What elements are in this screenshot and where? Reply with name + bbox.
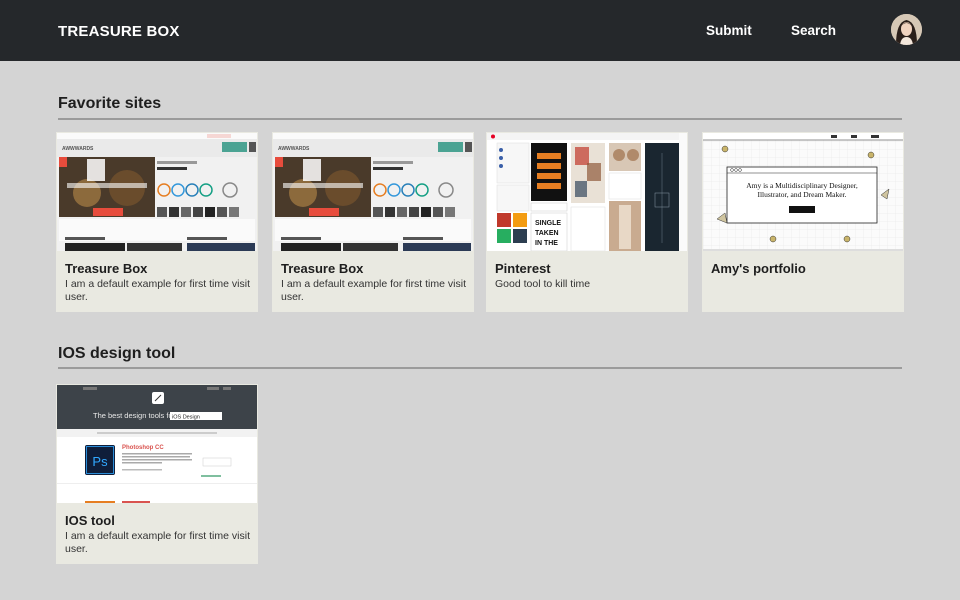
site-card[interactable]: SINGLE TAKEN IN THE Pinterest Good tool …: [486, 132, 688, 312]
portfolio-tagline-1: Amy is a Multidisciplinary Designer,: [746, 181, 858, 190]
card-title: Treasure Box: [65, 261, 148, 276]
top-nav-bar: TREASURE BOX Submit Search: [0, 0, 960, 61]
site-card[interactable]: The best design tools for iOS Design Ps …: [56, 384, 258, 564]
photoshop-icon: Ps: [92, 454, 108, 469]
section-title-ios-design-tool: IOS design tool: [58, 345, 176, 362]
site-thumbnail: SINGLE TAKEN IN THE: [487, 133, 687, 251]
card-description: I am a default example for first time vi…: [65, 278, 250, 303]
site-card[interactable]: AWWWARDS Treasure Box I am a default exa…: [56, 132, 258, 312]
tools-platform-select: iOS Design: [172, 415, 200, 421]
awwwards-logo-text: AWWWARDS: [278, 146, 310, 152]
section-divider: [58, 118, 902, 120]
card-title: Treasure Box: [281, 261, 364, 276]
card-title: IOS tool: [65, 513, 115, 528]
pin-poster-line-3: IN THE: [535, 240, 558, 247]
pin-poster-line-2: TAKEN: [535, 230, 559, 237]
pin-poster-line-1: SINGLE: [535, 220, 561, 227]
portfolio-tagline-2: Illustrator, and Dream Maker.: [757, 190, 846, 199]
card-title: Amy's portfolio: [711, 261, 806, 276]
site-card[interactable]: Amy is a Multidisciplinary Designer, Ill…: [702, 132, 904, 312]
submit-link[interactable]: Submit: [706, 23, 752, 38]
brand-logo[interactable]: TREASURE BOX: [58, 23, 180, 40]
site-thumbnail: The best design tools for iOS Design Ps …: [57, 385, 257, 503]
awwwards-logo-text: AWWWARDS: [62, 146, 94, 152]
site-card[interactable]: AWWWARDS Treasure Box I am a default exa…: [272, 132, 474, 312]
section-divider: [58, 367, 902, 369]
site-thumbnail: AWWWARDS: [273, 133, 473, 251]
site-thumbnail: AWWWARDS: [57, 133, 257, 251]
section-title-favorite-sites: Favorite sites: [58, 95, 162, 112]
card-title: Pinterest: [495, 261, 551, 276]
tools-heading: The best design tools for: [93, 411, 176, 420]
tools-app-name: Photoshop CC: [122, 445, 164, 451]
search-link[interactable]: Search: [791, 23, 836, 38]
site-thumbnail: Amy is a Multidisciplinary Designer, Ill…: [703, 133, 903, 251]
card-description: I am a default example for first time vi…: [65, 530, 250, 555]
user-avatar[interactable]: [891, 14, 922, 45]
card-description: I am a default example for first time vi…: [281, 278, 466, 303]
card-description: Good tool to kill time: [495, 278, 591, 290]
